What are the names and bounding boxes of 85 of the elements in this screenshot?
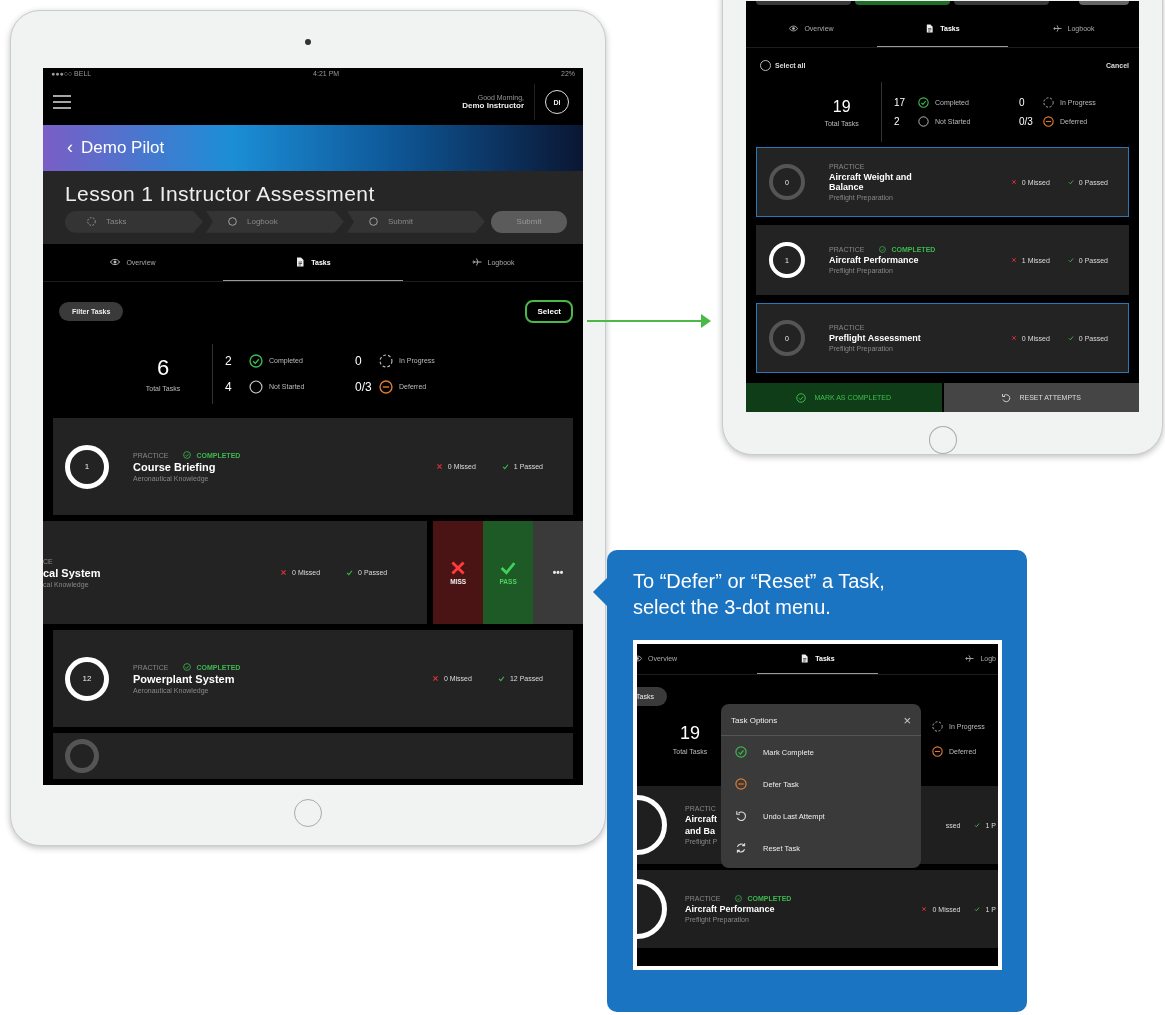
total-count: 19: [832, 97, 851, 116]
check-circle-icon: [796, 392, 807, 403]
eye-icon: [789, 24, 799, 33]
x-icon: [921, 906, 928, 912]
check-icon: [974, 822, 981, 828]
menu-icon[interactable]: [53, 95, 71, 110]
progress-step[interactable]: Tasks: [65, 210, 203, 233]
minus-circle-icon: [932, 746, 943, 757]
callout-text: To “Defer” or “Reset” a Task, select the 3-dot menu.: [633, 569, 886, 620]
check-circle-icon: [183, 451, 192, 459]
task-name: Aircraft Performance: [685, 904, 775, 914]
check-circle-icon: [735, 895, 743, 902]
progress-step[interactable]: Submit: [347, 210, 485, 233]
task-name: Aircraft: [685, 814, 717, 824]
minus-circle-icon: [735, 778, 747, 790]
stat-count: 2: [894, 116, 901, 127]
task-name: Aircraft Performance: [829, 255, 920, 265]
total-count: 19: [680, 723, 700, 744]
check-circle-icon: [879, 246, 887, 253]
stat-count: 0/3: [1019, 116, 1034, 127]
task-name: and Ba: [685, 826, 715, 836]
stat-count: 0: [1019, 97, 1026, 108]
x-icon: [450, 560, 467, 576]
airplane-icon: [965, 654, 975, 663]
reset-icon: [735, 842, 747, 854]
check-circle-icon: [249, 353, 263, 368]
user-name: Demo Instructor: [462, 101, 524, 111]
x-icon: [280, 569, 288, 576]
minus-circle-icon: [379, 379, 393, 394]
stat-count: 4: [225, 379, 233, 394]
pilot-name: Demo Pilot: [81, 137, 165, 158]
x-icon: [435, 463, 443, 470]
empty-circle-icon: [369, 217, 378, 227]
x-icon: [1010, 179, 1017, 185]
attempt-count: 1: [84, 462, 90, 471]
back-chevron[interactable]: ‹: [67, 137, 73, 159]
stat-count: 2: [225, 353, 233, 368]
undo-icon: [735, 810, 747, 822]
task-name: cal System: [43, 566, 102, 579]
check-icon: [501, 463, 509, 470]
empty-circle-icon: [249, 379, 263, 394]
dashed-circle-icon: [87, 217, 96, 227]
undo-icon: [1001, 392, 1012, 403]
task-name: Powerplant System: [133, 673, 236, 685]
more-button[interactable]: •••: [533, 521, 583, 624]
empty-circle-icon: [918, 116, 929, 127]
select-button[interactable]: Select: [525, 300, 573, 324]
check-icon: [497, 675, 505, 682]
empty-circle-icon: [228, 217, 237, 227]
document-icon: [295, 257, 306, 268]
camera-dot: [305, 39, 311, 45]
check-icon: [1067, 335, 1074, 341]
document-icon: [800, 654, 810, 663]
task-card[interactable]: [53, 733, 573, 779]
eye-icon: [110, 257, 121, 268]
x-icon: [1010, 335, 1017, 341]
check-icon: [500, 560, 517, 576]
document-icon: [925, 24, 935, 33]
x-icon: [1010, 257, 1017, 263]
x-icon: [431, 675, 439, 682]
check-icon: [346, 569, 354, 576]
check-icon: [1067, 179, 1074, 185]
progress-step[interactable]: Logbook: [206, 210, 344, 233]
menu-title: Task Options: [731, 716, 778, 725]
dashed-circle-icon: [932, 721, 943, 732]
check-circle-icon: [918, 97, 929, 108]
stat-count: 0: [355, 353, 363, 368]
minus-circle-icon: [1043, 116, 1054, 127]
airplane-icon: [471, 257, 482, 268]
dashed-circle-icon: [379, 353, 393, 368]
task-name: Aircraft Weight and Balance: [829, 172, 913, 192]
stat-count: 17: [894, 97, 907, 108]
check-icon: [974, 906, 981, 912]
task-name: Preflight Assessment: [829, 333, 922, 343]
close-icon[interactable]: ×: [903, 714, 911, 727]
total-count: 6: [156, 355, 170, 382]
airplane-icon: [1052, 24, 1062, 33]
attempt-count: 12: [82, 674, 92, 683]
check-icon: [1067, 257, 1074, 263]
dashed-circle-icon: [1043, 97, 1054, 108]
check-circle-icon: [735, 746, 747, 758]
stat-count: 0/3: [355, 379, 373, 394]
task-name: Course Briefing: [133, 461, 217, 473]
check-circle-icon: [183, 663, 192, 671]
lesson-title: Lesson 1 Instructor Assessment: [65, 181, 376, 206]
